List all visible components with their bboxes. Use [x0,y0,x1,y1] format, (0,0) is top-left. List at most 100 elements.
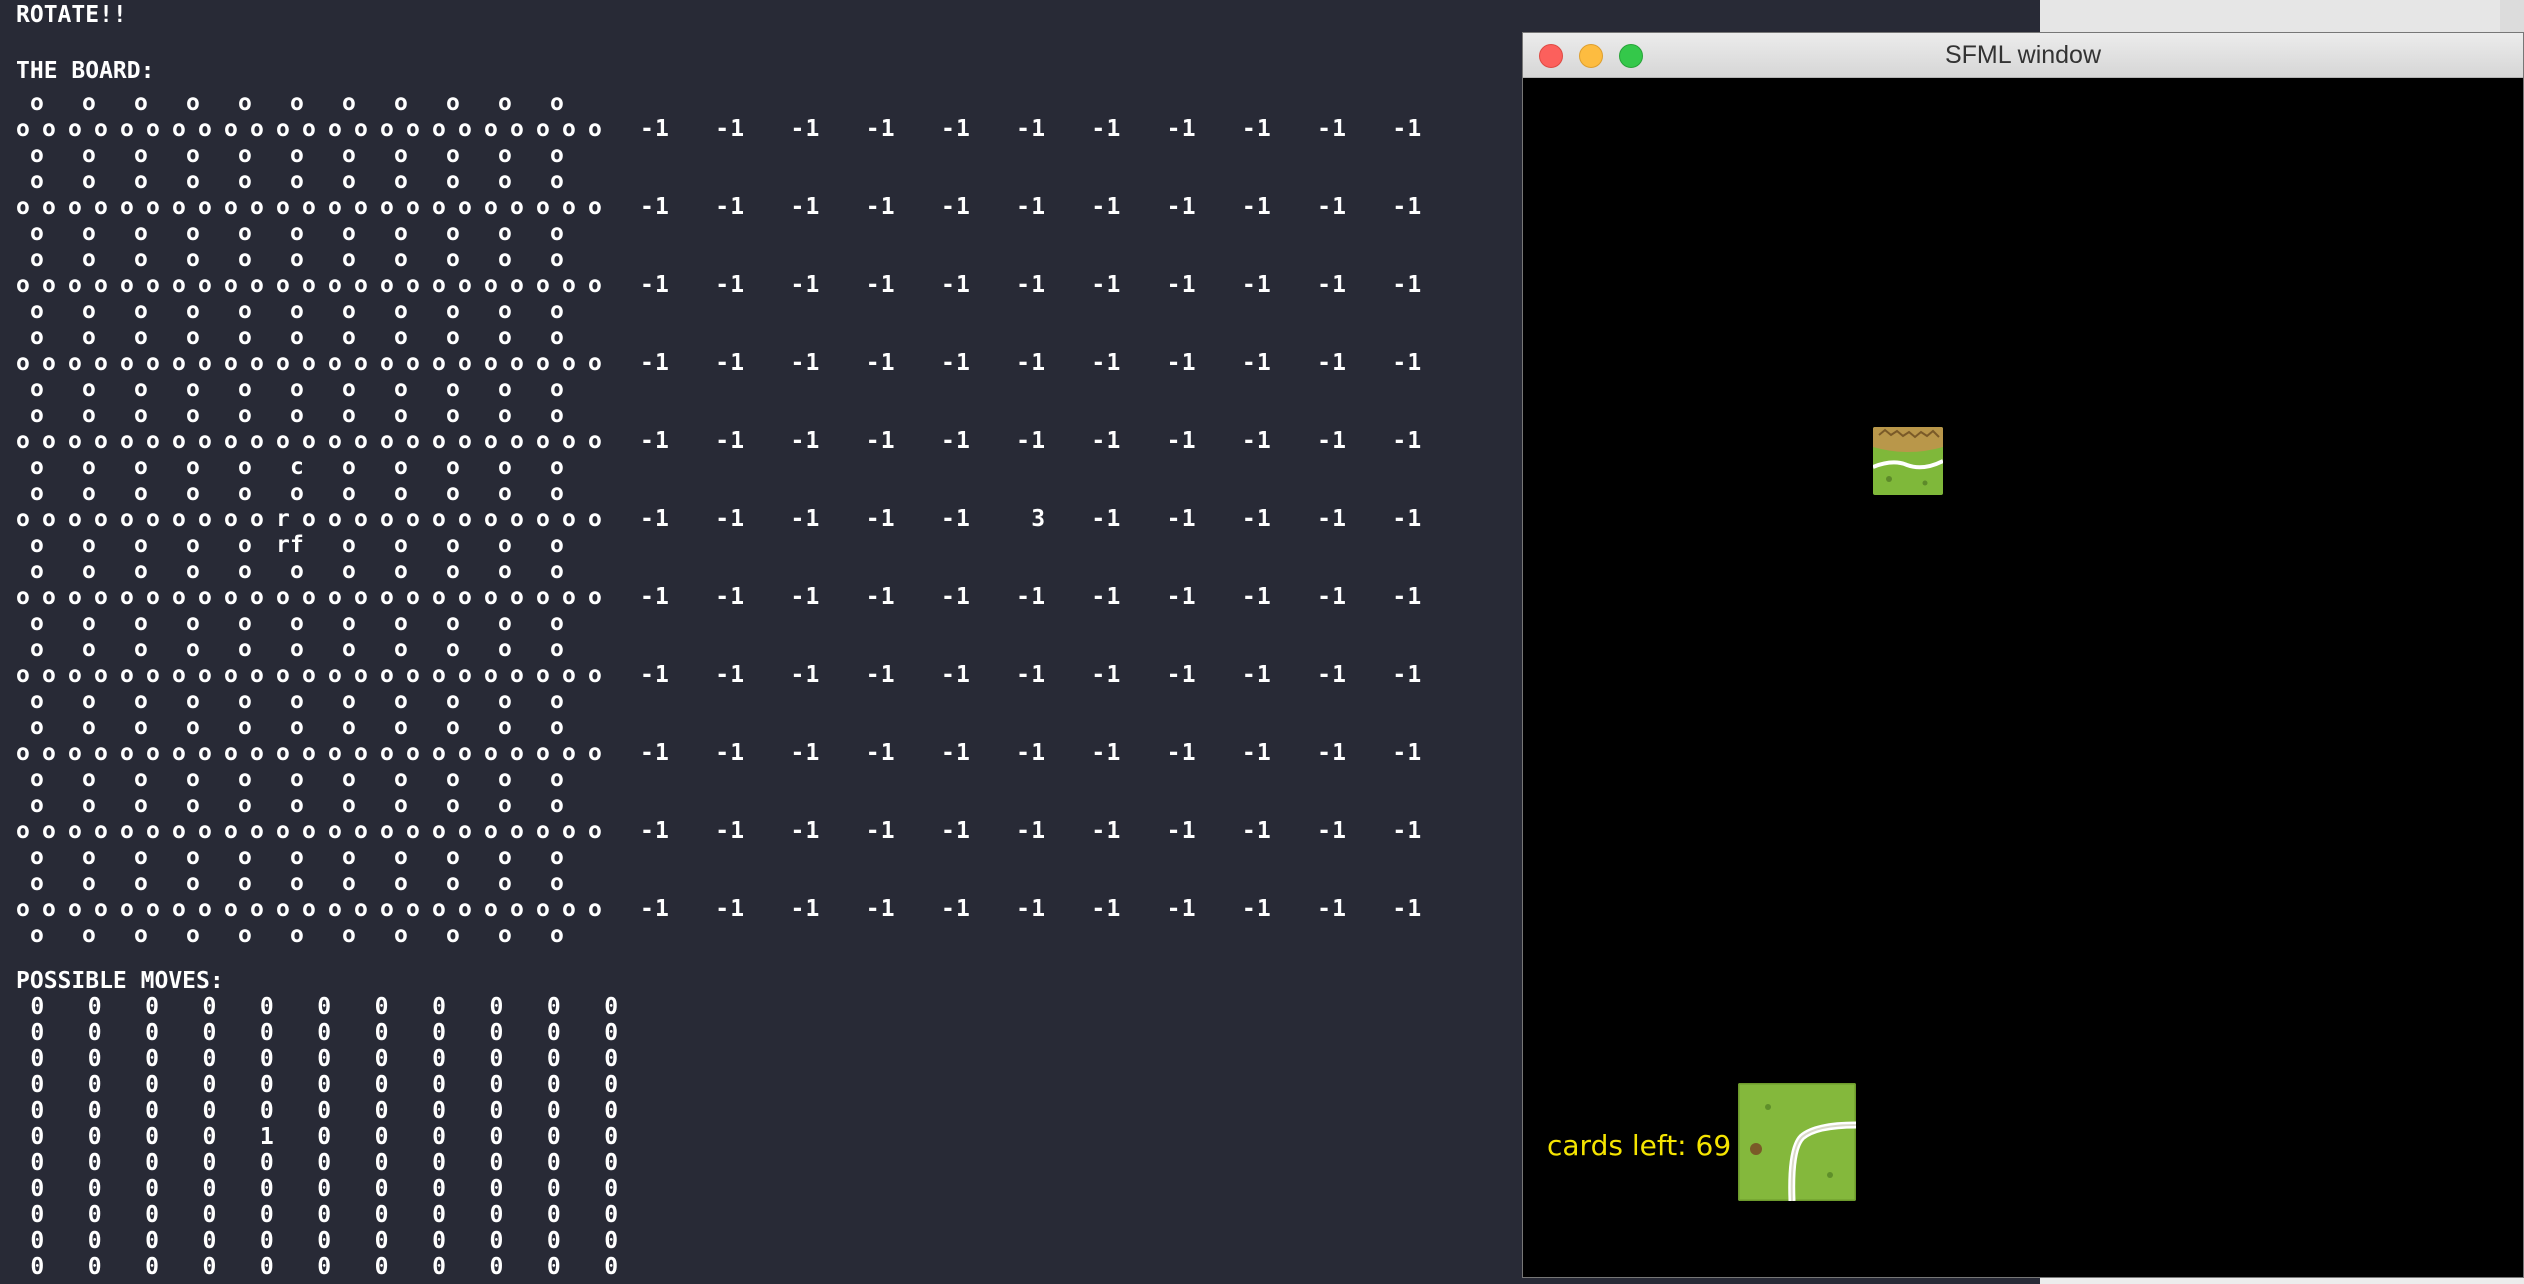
board-dot: o [186,636,200,662]
board-dot: o [134,168,148,194]
board-dot: o [588,584,602,610]
board-dot: o [30,298,44,324]
board-dot: o [238,714,252,740]
board-dot: o [458,506,472,532]
board-dot: o [16,584,30,610]
board-dot: o [394,714,408,740]
board-dot: o [94,194,108,220]
board-dot: o [238,610,252,636]
possible-moves-row: 0 0 0 0 0 0 0 0 0 0 0 [16,1020,619,1046]
board-dot: o [394,636,408,662]
board-dot: o [198,662,212,688]
board-value-row: -1 -1 -1 -1 -1 -1 -1 -1 -1 -1 -1 [640,194,1423,220]
board-dot: o [198,818,212,844]
board-dot: o [406,584,420,610]
board-dot: o [250,896,264,922]
board-dot: o [446,532,460,558]
board-dot: o [406,428,420,454]
board-dot: o [536,350,550,376]
board-dot: o [186,298,200,324]
board-dot: o [30,558,44,584]
board-dot: o [458,194,472,220]
board-dot: o [134,766,148,792]
current-card-tile[interactable] [1738,1083,1856,1201]
board-dot: o [510,662,524,688]
placed-tile[interactable] [1873,427,1943,495]
board-dot: o [498,298,512,324]
board-dot: o [146,116,160,142]
board-dot: o [198,896,212,922]
board-dot: o [458,584,472,610]
board-dot: o [432,272,446,298]
board-dot: o [250,740,264,766]
background-scrollbar[interactable] [2500,0,2524,34]
board-dot: o [342,922,356,948]
possible-moves-row: 0 0 0 0 0 0 0 0 0 0 0 [16,1098,619,1124]
board-dot: o [134,610,148,636]
board-dot: o [198,272,212,298]
board-dot: o [134,714,148,740]
board-dot: o [238,298,252,324]
board-dot: o [484,350,498,376]
board-dot: o [94,818,108,844]
board-dot: o [250,818,264,844]
board-dot: o [290,220,304,246]
board-dot: o [82,90,96,116]
board-dot: o [484,584,498,610]
board-dot: o [446,558,460,584]
board-dot: o [394,220,408,246]
board-dot: o [120,896,134,922]
board-dot: o [82,324,96,350]
board-dot: o [446,688,460,714]
board-dot: o [498,922,512,948]
board-dot: o [186,220,200,246]
board-dot: o [498,480,512,506]
board-dot: o [238,402,252,428]
board-dot: o [380,662,394,688]
board-dot: o [510,506,524,532]
board-dot: o [394,298,408,324]
board-dot: o [30,454,44,480]
board-dot: o [238,636,252,662]
board-dot: o [276,584,290,610]
board-dot: o [588,818,602,844]
board-dot: o [328,818,342,844]
sfml-window[interactable]: SFML window cards left: 69 [1522,32,2524,1278]
board-dot: o [550,714,564,740]
board-dot: o [328,350,342,376]
board-dot: o [146,662,160,688]
board-dot: o [16,896,30,922]
board-dot: o [342,402,356,428]
board-dot: o [82,610,96,636]
board-dot: o [394,376,408,402]
board-dot: o [16,662,30,688]
board-dot: o [484,272,498,298]
board-dot: o [120,116,134,142]
board-dot: o [82,870,96,896]
board-dot: o [302,272,316,298]
board-dot: o [238,90,252,116]
board-dot: o [394,324,408,350]
board-dot: o [94,350,108,376]
board-dot: o [550,298,564,324]
board-dot: o [432,506,446,532]
board-dot: o [198,350,212,376]
board-dot: o [250,584,264,610]
board-dot: o [120,818,134,844]
board-dot: o [42,740,56,766]
board-dot: o [186,532,200,558]
board-dot: o [328,896,342,922]
board-dot: o [16,350,30,376]
board-dot: o [134,454,148,480]
board-dot: o [16,272,30,298]
board-dot: o [238,844,252,870]
sfml-titlebar[interactable]: SFML window [1523,33,2523,78]
board-dot: o [406,194,420,220]
board-dot: o [172,428,186,454]
board-dot: o [224,818,238,844]
board-dot: o [82,766,96,792]
board-dot: o [354,818,368,844]
board-dot: o [82,532,96,558]
board-dot: o [82,636,96,662]
board-dot: o [82,844,96,870]
